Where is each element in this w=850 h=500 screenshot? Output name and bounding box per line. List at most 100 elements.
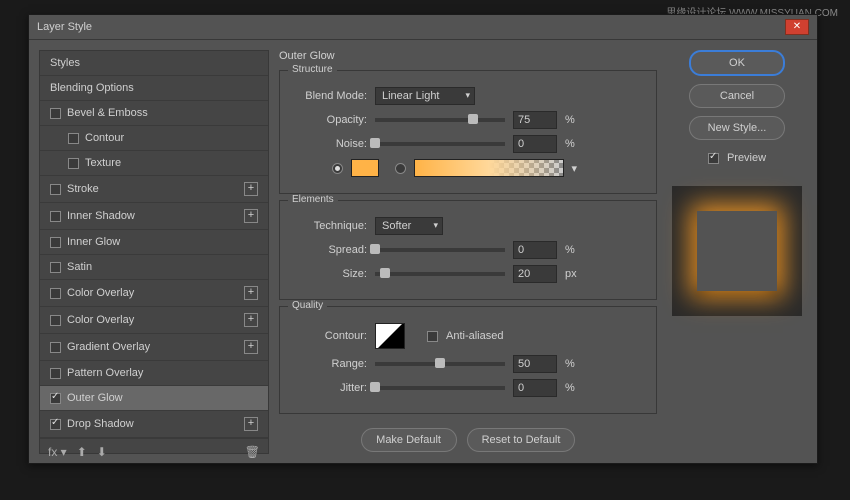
preview-label: Preview	[727, 152, 766, 164]
checkbox[interactable]	[50, 368, 61, 379]
range-slider[interactable]	[375, 362, 505, 366]
panel-title: Outer Glow	[279, 50, 657, 62]
sidebar-item-label: Color Overlay	[67, 287, 134, 299]
close-button[interactable]: ✕	[785, 19, 809, 35]
add-icon[interactable]: +	[244, 209, 258, 223]
checkbox[interactable]	[50, 288, 61, 299]
sidebar-item-outer-glow[interactable]: Outer Glow	[40, 386, 268, 411]
gradient-swatch[interactable]	[414, 159, 564, 177]
sidebar-item-label: Outer Glow	[67, 392, 123, 404]
add-icon[interactable]: +	[244, 182, 258, 196]
sidebar-item-texture[interactable]: Texture	[40, 151, 268, 176]
noise-label: Noise:	[292, 138, 367, 150]
preview-checkbox[interactable]	[708, 153, 719, 164]
anti-aliased-checkbox[interactable]	[427, 331, 438, 342]
right-column: OK Cancel New Style... Preview	[667, 50, 807, 454]
gradient-radio[interactable]	[395, 163, 406, 174]
up-icon[interactable]: ⬆	[77, 445, 87, 459]
sidebar-item-label: Inner Shadow	[67, 210, 135, 222]
opacity-label: Opacity:	[292, 114, 367, 126]
fx-icon[interactable]: fx ▾	[48, 445, 67, 459]
down-icon[interactable]: ⬇	[97, 445, 107, 459]
opacity-slider[interactable]	[375, 118, 505, 122]
make-default-button[interactable]: Make Default	[361, 428, 457, 452]
quality-group: Quality Contour: Anti-aliased Range: 50 …	[279, 306, 657, 414]
sidebar-item-label: Stroke	[67, 183, 99, 195]
spread-label: Spread:	[292, 244, 367, 256]
reset-default-button[interactable]: Reset to Default	[467, 428, 576, 452]
blend-mode-label: Blend Mode:	[292, 90, 367, 102]
sidebar-item-contour[interactable]: Contour	[40, 126, 268, 151]
technique-label: Technique:	[292, 220, 367, 232]
sidebar-item-bevel-emboss[interactable]: Bevel & Emboss	[40, 101, 268, 126]
checkbox[interactable]	[50, 315, 61, 326]
range-input[interactable]: 50	[513, 355, 557, 373]
quality-title: Quality	[288, 300, 327, 311]
unit-px: px	[565, 268, 583, 280]
structure-title: Structure	[288, 64, 337, 75]
sidebar-blending-options[interactable]: Blending Options	[40, 76, 268, 101]
jitter-slider[interactable]	[375, 386, 505, 390]
checkbox[interactable]	[50, 237, 61, 248]
new-style-button[interactable]: New Style...	[689, 116, 785, 140]
unit-percent: %	[565, 358, 583, 370]
sidebar-item-drop-shadow[interactable]: Drop Shadow+	[40, 411, 268, 438]
checkbox[interactable]	[50, 211, 61, 222]
sidebar-item-label: Bevel & Emboss	[67, 107, 148, 119]
checkbox[interactable]	[50, 419, 61, 430]
technique-select[interactable]: Softer	[375, 217, 443, 235]
noise-slider[interactable]	[375, 142, 505, 146]
contour-label: Contour:	[292, 330, 367, 342]
size-label: Size:	[292, 268, 367, 280]
sidebar-styles[interactable]: Styles	[40, 51, 268, 76]
size-input[interactable]: 20	[513, 265, 557, 283]
sidebar-item-satin[interactable]: Satin	[40, 255, 268, 280]
blend-mode-select[interactable]: Linear Light	[375, 87, 475, 105]
sidebar-item-label: Texture	[85, 157, 121, 169]
checkbox[interactable]	[68, 158, 79, 169]
settings-panel: Outer Glow Structure Blend Mode: Linear …	[279, 50, 657, 454]
contour-picker[interactable]	[375, 323, 405, 349]
sidebar-item-label: Gradient Overlay	[67, 341, 150, 353]
checkbox[interactable]	[50, 393, 61, 404]
sidebar-item-inner-shadow[interactable]: Inner Shadow +	[40, 203, 268, 230]
add-icon[interactable]: +	[244, 340, 258, 354]
solid-color-radio[interactable]	[332, 163, 343, 174]
sidebar-item-stroke[interactable]: Stroke +	[40, 176, 268, 203]
anti-aliased-label: Anti-aliased	[446, 330, 503, 342]
trash-icon[interactable]: 🗑	[245, 445, 260, 459]
sidebar-item-pattern-overlay[interactable]: Pattern Overlay	[40, 361, 268, 386]
size-slider[interactable]	[375, 272, 505, 276]
sidebar-item-label: Contour	[85, 132, 124, 144]
spread-input[interactable]: 0	[513, 241, 557, 259]
preview-thumbnail	[672, 186, 802, 316]
ok-button[interactable]: OK	[689, 50, 785, 76]
structure-group: Structure Blend Mode: Linear Light Opaci…	[279, 70, 657, 194]
dialog-title: Layer Style	[37, 21, 92, 33]
spread-slider[interactable]	[375, 248, 505, 252]
checkbox[interactable]	[50, 262, 61, 273]
cancel-button[interactable]: Cancel	[689, 84, 785, 108]
sidebar-item-inner-glow[interactable]: Inner Glow	[40, 230, 268, 255]
add-icon[interactable]: +	[244, 286, 258, 300]
jitter-input[interactable]: 0	[513, 379, 557, 397]
sidebar-item-color-overlay[interactable]: Color Overlay +	[40, 280, 268, 307]
opacity-input[interactable]: 75	[513, 111, 557, 129]
add-icon[interactable]: +	[244, 313, 258, 327]
unit-percent: %	[565, 382, 583, 394]
sidebar-item-label: Inner Glow	[67, 236, 120, 248]
sidebar-item-label: Color Overlay	[67, 314, 134, 326]
unit-percent: %	[565, 114, 583, 126]
layer-style-dialog: Layer Style ✕ Styles Blending Options Be…	[28, 14, 818, 464]
checkbox[interactable]	[68, 133, 79, 144]
solid-color-swatch[interactable]	[351, 159, 379, 177]
noise-input[interactable]: 0	[513, 135, 557, 153]
add-icon[interactable]: +	[244, 417, 258, 431]
elements-group: Elements Technique: Softer Spread: 0 % S…	[279, 200, 657, 300]
sidebar-item-color-overlay[interactable]: Color Overlay +	[40, 307, 268, 334]
checkbox[interactable]	[50, 342, 61, 353]
sidebar-item-gradient-overlay[interactable]: Gradient Overlay +	[40, 334, 268, 361]
styles-sidebar: Styles Blending Options Bevel & Emboss Co…	[39, 50, 269, 454]
checkbox[interactable]	[50, 184, 61, 195]
checkbox[interactable]	[50, 108, 61, 119]
